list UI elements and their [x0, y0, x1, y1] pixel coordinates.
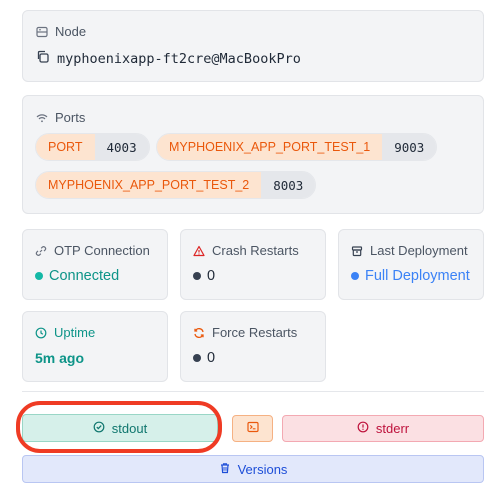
port-chip: MYPHOENIX_APP_PORT_TEST_1 9003: [156, 133, 438, 161]
crash-restarts-card: Crash Restarts 0: [180, 229, 326, 300]
crash-header: Crash Restarts: [193, 243, 299, 258]
status-dot: [35, 272, 43, 280]
force-value: 0: [207, 350, 216, 366]
status-dot: [193, 354, 201, 362]
port-name: PORT: [36, 134, 95, 160]
port-value: 8003: [261, 172, 316, 198]
status-dot: [351, 272, 359, 280]
port-value: 9003: [382, 134, 437, 160]
port-chip: PORT 4003: [35, 133, 150, 161]
alert-circle-icon: [357, 421, 369, 436]
uptime-status: 5m ago: [35, 350, 84, 366]
divider: [22, 391, 484, 392]
stdout-label: stdout: [111, 420, 148, 436]
node-label: Node: [55, 24, 87, 39]
otp-value: Connected: [49, 268, 120, 284]
link-icon: [35, 245, 47, 257]
ports-card: Ports PORT 4003 MYPHOENIX_APP_PORT_TEST_…: [22, 95, 484, 214]
server-icon: [36, 26, 48, 38]
otp-label: OTP Connection: [54, 243, 150, 258]
node-header: Node: [36, 24, 86, 39]
uptime-card: Uptime 5m ago: [22, 311, 168, 382]
check-circle-icon: [93, 421, 105, 436]
last-deployment-card: Last Deployment Full Deployment: [338, 229, 484, 300]
force-restarts-card: Force Restarts 0: [180, 311, 326, 382]
otp-status: Connected: [35, 268, 119, 284]
wifi-icon: [36, 112, 48, 124]
deploy-status: Full Deployment: [351, 268, 470, 284]
uptime-header: Uptime: [35, 325, 95, 340]
copy-icon[interactable]: [36, 50, 49, 68]
warning-triangle-icon: [193, 245, 205, 257]
port-chip: MYPHOENIX_APP_PORT_TEST_2 8003: [35, 171, 317, 199]
force-label: Force Restarts: [212, 325, 298, 340]
status-dot: [193, 272, 201, 280]
otp-header: OTP Connection: [35, 243, 150, 258]
refresh-icon: [193, 327, 205, 339]
crash-value: 0: [207, 268, 216, 284]
deploy-header: Last Deployment: [351, 243, 468, 258]
otp-connection-card: OTP Connection Connected: [22, 229, 168, 300]
deploy-label: Last Deployment: [370, 243, 468, 258]
crash-label: Crash Restarts: [212, 243, 299, 258]
stdout-button[interactable]: stdout: [22, 414, 218, 442]
clock-icon: [35, 327, 47, 339]
uptime-label: Uptime: [54, 325, 96, 340]
node-card: Node myphoenixapp-ft2cre@MacBookPro: [22, 10, 484, 82]
uptime-value: 5m ago: [35, 350, 85, 366]
stderr-label: stderr: [375, 421, 410, 436]
versions-button[interactable]: Versions: [22, 455, 484, 483]
force-header: Force Restarts: [193, 325, 297, 340]
ports-header: Ports: [36, 110, 85, 125]
terminal-icon: [246, 421, 259, 436]
package-icon: [351, 245, 363, 257]
crash-status: 0: [193, 268, 215, 284]
terminal-button[interactable]: [232, 415, 273, 442]
ports-label: Ports: [55, 110, 86, 125]
trash-icon: [219, 462, 231, 477]
stderr-button[interactable]: stderr: [282, 415, 484, 442]
versions-label: Versions: [237, 461, 288, 477]
node-value: myphoenixapp-ft2cre@MacBookPro: [57, 51, 301, 67]
force-status: 0: [193, 350, 215, 366]
deploy-value: Full Deployment: [365, 268, 470, 284]
port-name: MYPHOENIX_APP_PORT_TEST_1: [157, 134, 383, 160]
port-value: 4003: [94, 134, 149, 160]
port-name: MYPHOENIX_APP_PORT_TEST_2: [36, 172, 262, 198]
